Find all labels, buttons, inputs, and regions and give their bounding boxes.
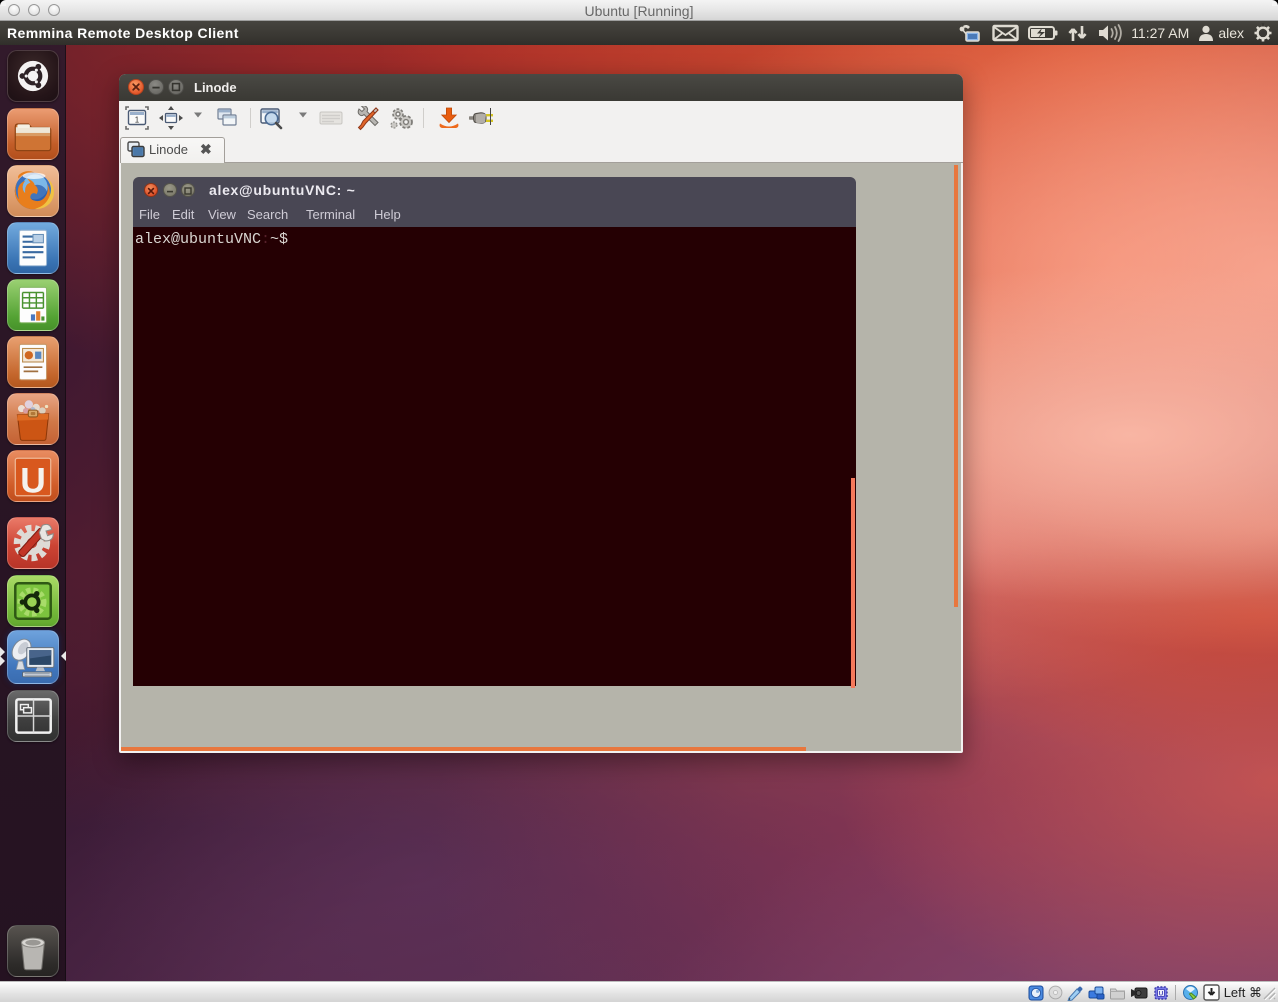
svg-text:U: U [1158,990,1163,997]
svg-text:U: U [20,461,46,501]
svg-text:1: 1 [135,116,140,125]
